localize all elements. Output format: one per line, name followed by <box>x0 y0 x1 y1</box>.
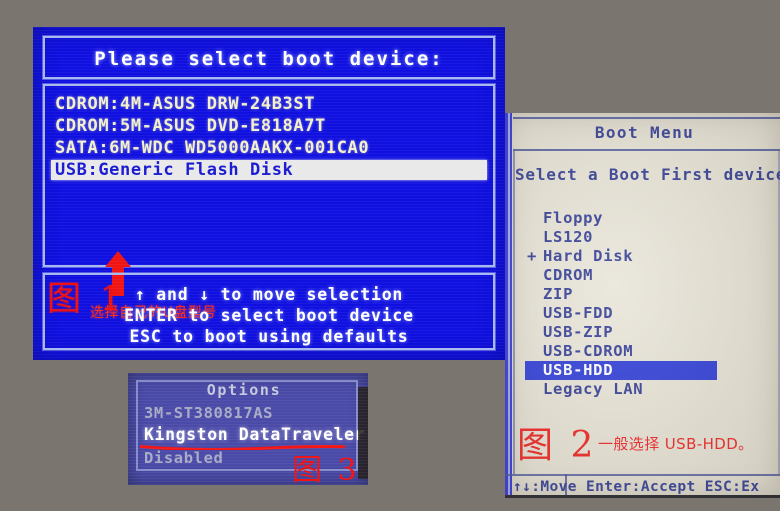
boot-menu-item-usb-hdd[interactable]: USB-HDD <box>525 361 717 380</box>
boot-menu-item-zip[interactable]: ZIP <box>525 285 717 304</box>
figure-label-1: 图 1 <box>47 279 126 319</box>
options-row-disabled[interactable]: Disabled <box>144 449 223 467</box>
boot-menu-item-usb-cdrom[interactable]: USB-CDROM <box>525 342 717 361</box>
boot-device-row-cdrom-4m[interactable]: CDROM:4M-ASUS DRW-24B3ST <box>51 94 487 114</box>
boot-menu-item-hard-disk[interactable]: + Hard Disk <box>525 247 717 266</box>
item-label: ZIP <box>543 285 574 303</box>
figure-label-2: 图 2 <box>517 425 597 466</box>
divider-top <box>513 117 780 119</box>
boot-menu-item-cdrom[interactable]: CDROM <box>525 266 717 285</box>
status-divider <box>505 474 780 476</box>
options-title: Options <box>206 381 282 399</box>
boot-menu-screen: Boot Menu Select a Boot First device : F… <box>505 113 780 498</box>
item-label: USB-FDD <box>543 304 614 322</box>
boot-menu-subtitle: Select a Boot First device : <box>515 165 780 184</box>
boot-menu-item-usb-fdd[interactable]: USB-FDD <box>525 304 717 323</box>
boot-menu-item-floppy[interactable]: Floppy <box>525 209 717 228</box>
item-label: Floppy <box>543 209 604 227</box>
boot-menu-title: Boot Menu <box>594 123 695 142</box>
options-popup: Options 3M-ST380817AS Kingston DataTrave… <box>128 373 368 485</box>
boot-device-label: USB:Generic Flash Disk <box>55 160 294 180</box>
boot-menu-item-ls120[interactable]: LS120 <box>525 228 717 247</box>
boot-device-selection-screen: Please select boot device: CDROM:4M-ASUS… <box>33 27 505 360</box>
item-label: Hard Disk <box>543 247 634 265</box>
item-label: USB-HDD <box>543 361 614 379</box>
item-label: CDROM <box>543 266 594 284</box>
screenshot-canvas: Please select boot device: CDROM:4M-ASUS… <box>0 0 780 511</box>
frame-left-rule <box>513 151 515 474</box>
boot-menu-item-legacy-lan[interactable]: Legacy LAN <box>525 380 717 399</box>
item-label: LS120 <box>543 228 594 246</box>
popup-right-shadow <box>358 387 368 479</box>
item-label: Legacy LAN <box>543 380 644 398</box>
boot-device-label: SATA:6M-WDC WD5000AAKX-001CA0 <box>55 138 370 158</box>
boot-menu-item-usb-zip[interactable]: USB-ZIP <box>525 323 717 342</box>
boot-device-label: CDROM:5M-ASUS DVD-E818A7T <box>55 116 326 136</box>
boot-device-label: CDROM:4M-ASUS DRW-24B3ST <box>55 94 316 114</box>
item-label: USB-ZIP <box>543 323 614 341</box>
help-line-esc: ESC to boot using defaults <box>129 327 409 346</box>
item-label: USB-CDROM <box>543 342 634 360</box>
boot-device-row-sata-6m[interactable]: SATA:6M-WDC WD5000AAKX-001CA0 <box>51 138 487 158</box>
boot-device-row-cdrom-5m[interactable]: CDROM:5M-ASUS DVD-E818A7T <box>51 116 487 136</box>
boot-menu-status-bar: ↑↓:Move Enter:Accept ESC:Ex <box>513 479 760 495</box>
item-marker: + <box>526 247 538 265</box>
boot-device-row-usb-generic-flash-disk[interactable]: USB:Generic Flash Disk <box>51 160 487 180</box>
options-row-st380817as[interactable]: 3M-ST380817AS <box>144 404 273 422</box>
screen-left-edge <box>505 113 512 498</box>
divider-under-title <box>513 149 780 151</box>
options-row-kingston-datatraveler[interactable]: Kingston DataTraveler <box>144 425 365 444</box>
boot-device-title: Please select boot device: <box>94 48 444 70</box>
figure-2-annotation: 一般选择 USB-HDD。 <box>598 435 754 453</box>
screen-bottom-bezel <box>505 495 780 498</box>
boot-device-list: CDROM:4M-ASUS DRW-24B3ST CDROM:5M-ASUS D… <box>43 84 495 321</box>
boot-device-title-frame: Please select boot device: <box>43 36 495 79</box>
figure-label-3: 图 3 <box>292 453 360 485</box>
